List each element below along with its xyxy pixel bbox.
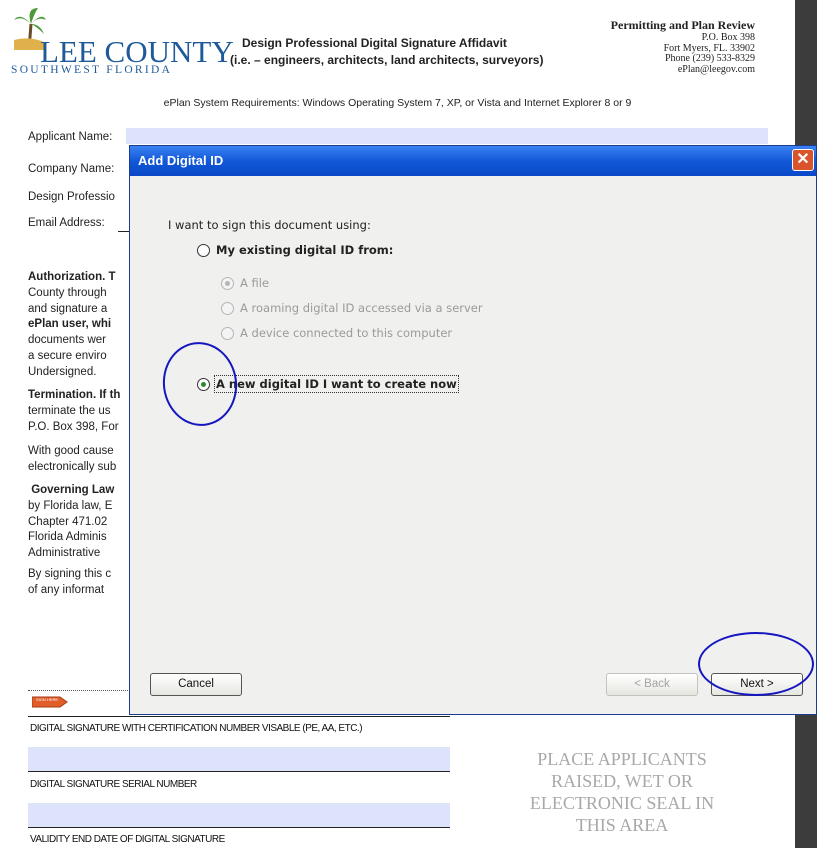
- seal-line: PLACE APPLICANTS: [537, 749, 707, 769]
- validity-date-field[interactable]: [28, 803, 450, 827]
- applicant-name-field[interactable]: [126, 128, 768, 144]
- add-digital-id-dialog: Add Digital ID ✕ I want to sign this doc…: [129, 145, 817, 715]
- validity-date-line: [28, 827, 450, 828]
- governing-line: Florida Adminis: [28, 531, 107, 544]
- authorization-line: County through: [28, 286, 107, 299]
- device-radio: [221, 327, 234, 340]
- goodcause-paragraph: With good cause electronically sub: [28, 444, 116, 476]
- back-button[interactable]: < Back: [606, 673, 698, 696]
- roaming-id-label: A roaming digital ID accessed via a serv…: [240, 301, 483, 315]
- digital-signature-label: DIGITAL SIGNATURE WITH CERTIFICATION NUM…: [30, 723, 363, 734]
- signing-line: By signing this c: [28, 568, 112, 580]
- office-email: ePlan@leegov.com: [677, 63, 755, 75]
- authorization-paragraph: Authorization. T County through and sign…: [28, 270, 116, 381]
- office-address: Permitting and Plan Review P.O. Box 398 …: [611, 18, 755, 75]
- roaming-id-radio: [221, 302, 234, 315]
- termination-line: Termination. If th: [28, 389, 121, 401]
- authorization-line: and signature a: [28, 302, 108, 315]
- office-title: Permitting and Plan Review: [610, 18, 755, 32]
- email-address-label: Email Address:: [28, 217, 105, 229]
- seal-line: ELECTRONIC SEAL IN: [529, 793, 715, 813]
- authorization-line: Authorization. T: [28, 271, 116, 283]
- file-label: A file: [240, 276, 270, 290]
- governing-line: Governing Law: [28, 484, 115, 496]
- termination-paragraph: Termination. If th terminate the us P.O.…: [28, 388, 120, 435]
- governing-line: Chapter 471.02: [28, 515, 108, 528]
- lee-county-logo: LEE COUNTY SOUTHWEST FLORIDA: [8, 4, 234, 76]
- signing-paragraph: By signing this c of any informat: [28, 567, 111, 599]
- termination-line: P.O. Box 398, For: [28, 420, 119, 433]
- new-id-label[interactable]: A new digital ID I want to create now: [214, 375, 459, 393]
- design-professional-label: Design Professio: [28, 191, 115, 203]
- seal-area-text: PLACE APPLICANTS RAISED, WET OR ELECTRON…: [472, 748, 772, 836]
- goodcause-line: electronically sub: [28, 460, 117, 473]
- termination-line: terminate the us: [28, 404, 111, 417]
- authorization-line: Undersigned.: [28, 365, 97, 378]
- serial-number-line: [28, 771, 450, 772]
- logo-subtitle: SOUTHWEST FLORIDA: [11, 64, 173, 76]
- authorization-line: a secure enviro: [28, 349, 107, 362]
- governing-law-paragraph: Governing Law by Florida law, E Chapter …: [28, 483, 114, 562]
- authorization-line: ePlan user, whi: [28, 318, 112, 331]
- signing-line: of any informat: [28, 583, 105, 596]
- close-icon[interactable]: ✕: [792, 149, 814, 171]
- file-radio: [221, 277, 234, 290]
- existing-id-radio[interactable]: [197, 244, 210, 257]
- cancel-button[interactable]: Cancel: [150, 673, 242, 696]
- company-name-label: Company Name:: [28, 163, 115, 175]
- goodcause-line: With good cause: [28, 445, 114, 457]
- dialog-prompt: I want to sign this document using:: [168, 218, 371, 232]
- authorization-line: documents wer: [28, 334, 106, 347]
- seal-line: RAISED, WET OR: [551, 771, 693, 791]
- governing-line: Administrative: [28, 547, 101, 560]
- office-line: P.O. Box 398: [701, 32, 755, 43]
- device-label: A device connected to this computer: [240, 326, 453, 340]
- document-subtitle: (i.e. – engineers, architects, land arch…: [230, 53, 544, 67]
- document-title: Design Professional Digital Signature Af…: [242, 36, 507, 50]
- seal-line: THIS AREA: [575, 815, 669, 835]
- sign-here-text: SIGN HERE: [36, 697, 59, 702]
- existing-id-label[interactable]: My existing digital ID from:: [216, 243, 393, 257]
- office-line: Phone (239) 533-8329: [665, 53, 755, 64]
- dialog-title: Add Digital ID: [138, 153, 224, 168]
- dialog-title-bar[interactable]: Add Digital ID ✕: [130, 146, 816, 176]
- system-requirements: ePlan System Requirements: Windows Opera…: [163, 97, 632, 109]
- signature-line: [28, 716, 450, 717]
- annotation-circle-next: [698, 632, 814, 696]
- serial-number-field[interactable]: [28, 747, 450, 771]
- validity-date-label: VALIDITY END DATE OF DIGITAL SIGNATURE: [30, 834, 225, 845]
- governing-line: by Florida law, E: [28, 499, 113, 512]
- serial-number-label: DIGITAL SIGNATURE SERIAL NUMBER: [30, 779, 197, 790]
- applicant-name-label: Applicant Name:: [28, 131, 113, 143]
- sign-here-flag: SIGN HERE: [31, 695, 68, 708]
